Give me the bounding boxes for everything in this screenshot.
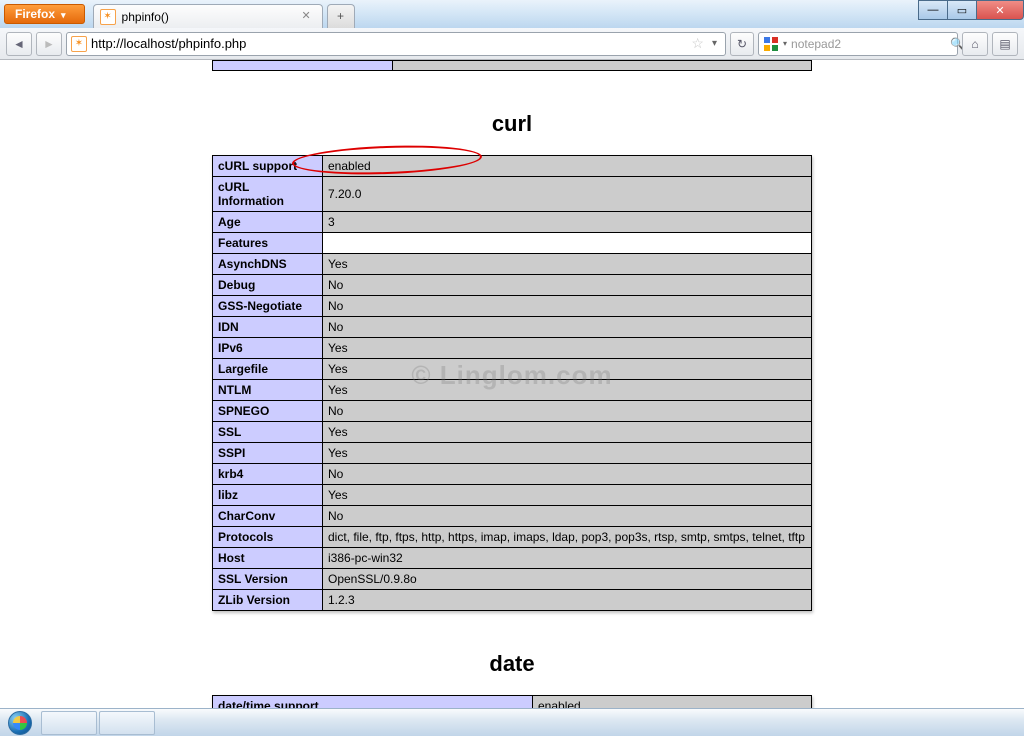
bookmarks-menu-button[interactable]: ▤	[992, 32, 1018, 56]
info-key: NTLM	[213, 380, 323, 401]
url-input[interactable]	[91, 36, 687, 51]
info-value: Yes	[323, 338, 812, 359]
table-row: IDNNo	[213, 317, 812, 338]
search-input[interactable]	[791, 37, 946, 51]
taskbar-item[interactable]	[41, 711, 97, 735]
table-row: SSPIYes	[213, 443, 812, 464]
info-key: AsynchDNS	[213, 254, 323, 275]
page-viewport[interactable]: curl cURL supportenabledcURL Information…	[0, 60, 1024, 708]
info-value: Yes	[323, 443, 812, 464]
info-key: SPNEGO	[213, 401, 323, 422]
site-identity-icon[interactable]	[71, 36, 87, 52]
section-heading-date: date	[102, 651, 922, 677]
info-key: cURL Information	[213, 177, 323, 212]
home-button[interactable]: ⌂	[962, 32, 988, 56]
url-history-dropdown-icon[interactable]: ▾	[708, 38, 721, 49]
partial-table-top	[212, 60, 812, 71]
info-key: Age	[213, 212, 323, 233]
info-key: Features	[213, 233, 323, 254]
table-row: SSLYes	[213, 422, 812, 443]
info-key: date/time support	[213, 696, 533, 709]
info-value: 3	[323, 212, 812, 233]
table-row: NTLMYes	[213, 380, 812, 401]
table-row: LargefileYes	[213, 359, 812, 380]
table-row: krb4No	[213, 464, 812, 485]
info-key: SSPI	[213, 443, 323, 464]
table-row: Age3	[213, 212, 812, 233]
info-value: No	[323, 506, 812, 527]
info-value: Yes	[323, 485, 812, 506]
table-row: date/time supportenabled	[213, 696, 812, 709]
info-key: SSL Version	[213, 569, 323, 590]
info-key: krb4	[213, 464, 323, 485]
info-key: IPv6	[213, 338, 323, 359]
info-value: dict, file, ftp, ftps, http, https, imap…	[323, 527, 812, 548]
info-value: Yes	[323, 380, 812, 401]
info-value: 7.20.0	[323, 177, 812, 212]
info-value: No	[323, 317, 812, 338]
url-bar[interactable]: ☆ ▾	[66, 32, 726, 56]
table-row: AsynchDNSYes	[213, 254, 812, 275]
info-value: No	[323, 464, 812, 485]
info-value	[323, 233, 812, 254]
info-value: No	[323, 275, 812, 296]
table-row: GSS-NegotiateNo	[213, 296, 812, 317]
date-info-table: date/time supportenabled"Olson" Timezone…	[212, 695, 812, 708]
firefox-app-menu[interactable]: Firefox	[4, 4, 85, 24]
table-row: SPNEGONo	[213, 401, 812, 422]
table-row: DebugNo	[213, 275, 812, 296]
info-key: IDN	[213, 317, 323, 338]
info-key: cURL support	[213, 156, 323, 177]
info-key: Protocols	[213, 527, 323, 548]
table-row: ZLib Version1.2.3	[213, 590, 812, 611]
nav-forward-button[interactable]: ►	[36, 32, 62, 56]
info-key: GSS-Negotiate	[213, 296, 323, 317]
windows-taskbar[interactable]	[0, 708, 1024, 736]
taskbar-item[interactable]	[99, 711, 155, 735]
info-key: ZLib Version	[213, 590, 323, 611]
info-key: Largefile	[213, 359, 323, 380]
reload-button[interactable]: ↻	[730, 32, 754, 56]
table-row: Protocolsdict, file, ftp, ftps, http, ht…	[213, 527, 812, 548]
info-key: Host	[213, 548, 323, 569]
xampp-favicon-icon	[100, 9, 116, 25]
info-value: enabled	[323, 156, 812, 177]
section-heading-curl: curl	[102, 111, 922, 137]
info-key: SSL	[213, 422, 323, 443]
tab-close-icon[interactable]: ✕	[302, 9, 316, 23]
info-key: Debug	[213, 275, 323, 296]
info-key: libz	[213, 485, 323, 506]
table-row: libzYes	[213, 485, 812, 506]
table-row: SSL VersionOpenSSL/0.9.8o	[213, 569, 812, 590]
info-value: Yes	[323, 359, 812, 380]
search-bar[interactable]: ▾ 🔍	[758, 32, 958, 56]
search-engine-dropdown-icon[interactable]: ▾	[783, 39, 787, 48]
table-row: IPv6Yes	[213, 338, 812, 359]
info-value: 1.2.3	[323, 590, 812, 611]
info-value: i386-pc-win32	[323, 548, 812, 569]
info-value: enabled	[533, 696, 812, 709]
info-key: CharConv	[213, 506, 323, 527]
table-row: cURL Information7.20.0	[213, 177, 812, 212]
table-row: cURL supportenabled	[213, 156, 812, 177]
info-value: No	[323, 296, 812, 317]
browser-tab[interactable]: phpinfo() ✕	[93, 4, 323, 28]
tab-title: phpinfo()	[122, 10, 169, 24]
google-search-engine-icon[interactable]	[763, 36, 779, 52]
window-maximize-button[interactable]: ▭	[947, 0, 977, 20]
info-value: Yes	[323, 422, 812, 443]
info-value: OpenSSL/0.9.8o	[323, 569, 812, 590]
nav-back-button[interactable]: ◄	[6, 32, 32, 56]
info-value: Yes	[323, 254, 812, 275]
bookmark-star-icon[interactable]: ☆	[691, 35, 704, 52]
window-minimize-button[interactable]: —	[918, 0, 948, 20]
table-row: Hosti386-pc-win32	[213, 548, 812, 569]
new-tab-button[interactable]: +	[327, 4, 355, 28]
info-value: No	[323, 401, 812, 422]
curl-info-table: cURL supportenabledcURL Information7.20.…	[212, 155, 812, 611]
window-close-button[interactable]: ✕	[976, 0, 1024, 20]
table-row: Features	[213, 233, 812, 254]
start-button[interactable]	[0, 709, 40, 737]
table-row: CharConvNo	[213, 506, 812, 527]
